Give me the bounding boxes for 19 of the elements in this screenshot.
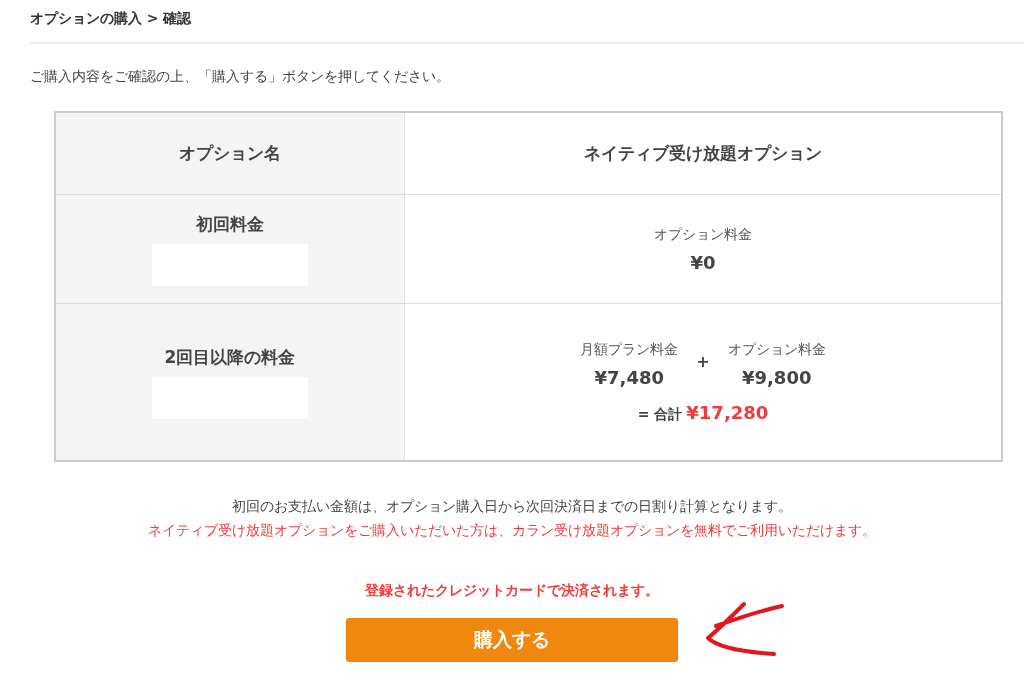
price-amount: ¥7,480 xyxy=(594,366,665,388)
option-name: ネイティブ受け放題オプション xyxy=(584,142,822,165)
price-amount: ¥0 xyxy=(690,251,716,273)
total-label: = 合計 xyxy=(637,405,683,424)
breadcrumb: オプションの購入 > 確認 xyxy=(30,10,193,28)
note-text: 初回のお支払い金額は、オプション購入日から次回決済日までの日割り計算となります。 xyxy=(232,498,792,516)
plus-sign: + xyxy=(696,351,710,371)
total-amount: ¥17,280 xyxy=(686,401,769,423)
fee-label: 2回目以降の料金 xyxy=(164,345,296,369)
alert-note: ネイティブ受け放題オプションをご購入いただいた方は、カラン受け放題オプションを無料でご利用いただけます。 xyxy=(148,522,876,540)
header-label: オプション名 xyxy=(179,142,281,165)
instruction-text: ご購入内容をご確認の上、「購入する」ボタンを押してください。 xyxy=(30,68,451,86)
purchase-button[interactable]: 購入する xyxy=(346,618,678,662)
price-label: オプション料金 xyxy=(727,340,826,359)
payment-notice: 登録されたクレジットカードで決済されます。 xyxy=(364,582,660,600)
price-label: オプション料金 xyxy=(654,225,752,244)
price-label: 月額プラン料金 xyxy=(580,340,679,359)
price-amount: ¥9,800 xyxy=(741,366,812,388)
fee-label: 初回料金 xyxy=(196,212,264,236)
